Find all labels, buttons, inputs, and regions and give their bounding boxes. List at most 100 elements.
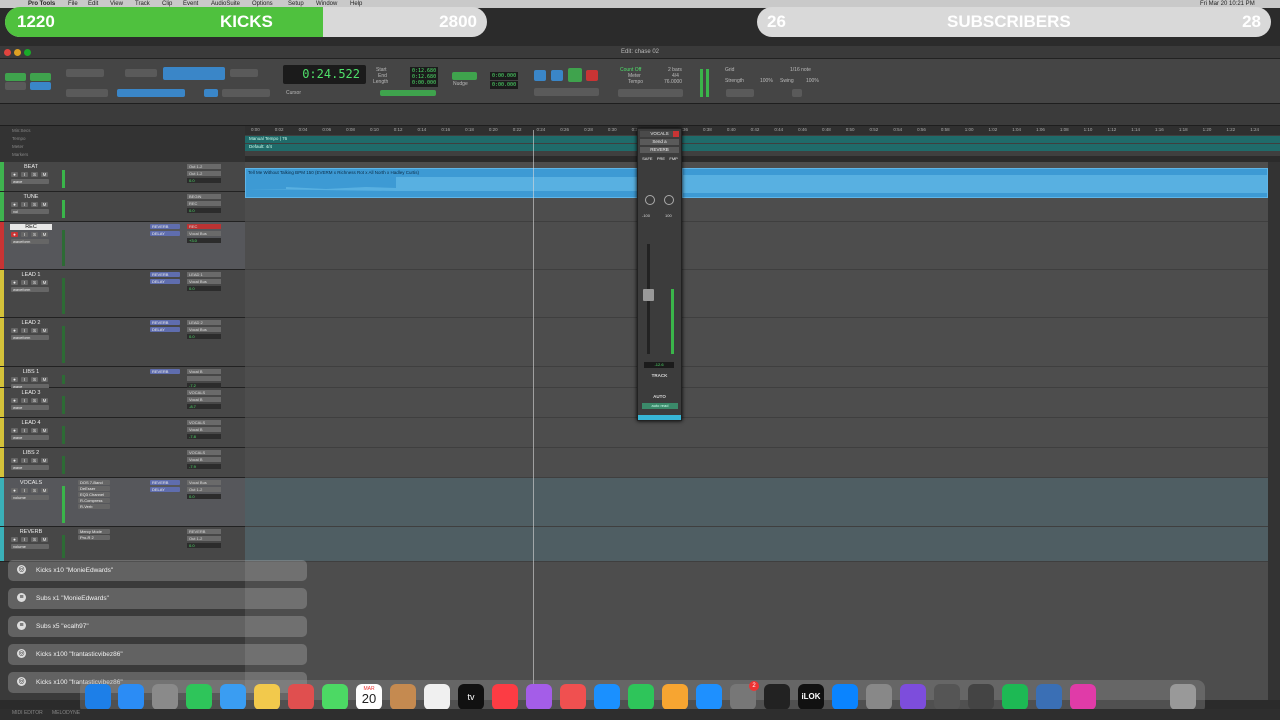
solo-button[interactable]: S — [31, 488, 38, 493]
output-selector[interactable]: Vocal Bus — [187, 279, 221, 284]
quantize-buttons[interactable] — [726, 89, 754, 97]
contacts-icon[interactable] — [390, 684, 416, 710]
minsecs-timeline[interactable]: 0:00 0:02 0:04 0:06 0:08 0:10 0:12 0:14 0:16 0:18… — [245, 126, 1280, 135]
record-arm-button[interactable]: ● — [11, 232, 18, 237]
track-view-selector[interactable]: volume — [11, 495, 49, 500]
output-selector[interactable]: Vocal Bus — [187, 231, 221, 236]
obs-icon[interactable] — [1036, 684, 1062, 710]
pan-left-value[interactable]: -100 — [642, 213, 650, 218]
track-lane-libs-1[interactable] — [245, 367, 1268, 388]
input-monitor-button[interactable]: I — [21, 172, 28, 177]
audio-clip-beat-continued[interactable] — [682, 168, 1268, 198]
insert-slot[interactable]: Mercy Mode — [78, 529, 110, 534]
output-send-selector[interactable]: Send a — [640, 139, 679, 145]
pencil-tool-icon[interactable] — [230, 69, 258, 77]
ilok-icon[interactable]: iLOK — [798, 684, 824, 710]
app-utility-icon[interactable] — [866, 684, 892, 710]
track-name[interactable]: REC — [10, 224, 52, 230]
track-lane-lead-4[interactable] — [245, 418, 1268, 448]
music-icon[interactable] — [492, 684, 518, 710]
input-monitor-button[interactable]: I — [21, 377, 28, 382]
input-selector[interactable]: Out 1-2 — [187, 164, 221, 169]
solo-button[interactable]: S — [31, 537, 38, 542]
insert-slot[interactable]: Pro-R 2 — [78, 535, 110, 540]
safe-button[interactable]: SAFE — [642, 156, 652, 162]
mute-button[interactable]: M — [41, 537, 48, 542]
input-monitor-button[interactable]: I — [21, 328, 28, 333]
volume-value[interactable]: 0.0 — [187, 178, 221, 183]
grid-value-lcd[interactable]: 0:00.000 — [490, 72, 519, 80]
pages-icon[interactable] — [662, 684, 688, 710]
output-selector[interactable]: Out 1-2 — [187, 536, 221, 541]
mute-button[interactable]: M — [41, 458, 48, 463]
track-header-vocals[interactable]: VOCALS ● I S Mvolume DOS 7-Band DeEsser EQ3 Cha… — [0, 478, 245, 527]
tab-to-transient-buttons[interactable] — [222, 89, 270, 97]
track-name[interactable]: VOCALS — [10, 480, 52, 486]
volume-value[interactable]: -7.9 — [187, 464, 221, 469]
track-header-libs-1[interactable]: LIBS 1 ● I S Mwave REVERB Vocal B -7.2 — [0, 367, 245, 389]
creative-cloud-icon[interactable] — [1070, 684, 1096, 710]
spot-mode-button[interactable] — [30, 73, 51, 81]
send-slot[interactable]: REVERB — [150, 369, 180, 374]
messages-icon[interactable] — [186, 684, 212, 710]
tempo-value[interactable]: 76.0000 — [664, 79, 682, 85]
track-header-lead-4[interactable]: LEAD 4 ● I S Mwave VOCALS Vocal B -7.8 — [0, 418, 245, 448]
output-selector[interactable]: Out 1-2 — [187, 487, 221, 492]
track-view-selector[interactable]: wave — [11, 179, 49, 184]
mute-button[interactable]: M — [41, 172, 48, 177]
output-selector[interactable]: Out 1-2 — [187, 171, 221, 176]
grid-nudge-green[interactable] — [380, 90, 436, 96]
solo-button[interactable]: S — [31, 202, 38, 207]
system-preferences-icon[interactable]: 2 — [730, 681, 759, 710]
input-selector[interactable]: REVERB — [187, 529, 221, 534]
track-name[interactable]: LEAD 4 — [10, 420, 52, 426]
slip-mode-button[interactable] — [5, 82, 26, 90]
track-header-beat[interactable]: BEAT ● I S Mwave Out 1-2 Out 1-2 0.0 — [0, 162, 245, 192]
input-monitor-button[interactable]: I — [21, 202, 28, 207]
track-name[interactable]: BEAT — [10, 164, 52, 170]
send-slot[interactable]: REVERB — [150, 320, 180, 325]
insert-slot[interactable]: DeEsser — [78, 486, 110, 491]
spotify-icon[interactable] — [1002, 684, 1028, 710]
record-arm-button[interactable]: ● — [11, 377, 18, 382]
transport-rewind-ff-buttons[interactable] — [534, 88, 599, 96]
track-header-tune[interactable]: TUNE ● I S Mvol BEGIN REC 0.0 — [0, 192, 245, 222]
finder-icon[interactable] — [85, 684, 111, 710]
track-lane-vocals[interactable] — [245, 478, 1268, 527]
mute-button[interactable]: M — [41, 280, 48, 285]
pan-right-value[interactable]: 100 — [665, 213, 672, 218]
input-monitor-button[interactable]: I — [21, 537, 28, 542]
volume-value[interactable]: 0.0 — [187, 494, 221, 499]
input-selector[interactable]: Vocal Bus — [187, 480, 221, 485]
edit-window-tracks[interactable] — [245, 162, 1268, 700]
record-arm-button[interactable]: ● — [11, 172, 18, 177]
track-view-selector[interactable]: wave — [11, 465, 49, 470]
track-view-selector[interactable]: vol — [11, 209, 49, 214]
volume-value[interactable]: 0.0 — [187, 208, 221, 213]
main-counter[interactable]: 0:24.522 — [283, 65, 366, 84]
track-lane-lead-3[interactable] — [245, 388, 1268, 418]
solo-button[interactable]: S — [31, 172, 38, 177]
output-window-vocals[interactable]: VOCALS Send a REVERB SAFE PRE FMP -100 1… — [637, 128, 682, 421]
automation-mode-selector[interactable]: auto read — [642, 403, 678, 409]
record-arm-button[interactable]: ● — [11, 280, 18, 285]
mute-button[interactable]: M — [41, 398, 48, 403]
insert-slot[interactable]: R-Compress — [78, 498, 110, 503]
input-selector[interactable]: Vocal B — [187, 369, 221, 374]
record-arm-button[interactable]: ● — [11, 458, 18, 463]
send-slot[interactable]: REVERB — [150, 480, 180, 485]
mute-button[interactable]: M — [41, 232, 48, 237]
volume-value[interactable]: 0.0 — [187, 543, 221, 548]
podcasts-icon[interactable] — [526, 684, 552, 710]
solo-button[interactable]: S — [31, 398, 38, 403]
fader-cap[interactable] — [643, 289, 654, 301]
reminders-icon[interactable] — [424, 684, 450, 710]
track-name[interactable]: REVERB — [10, 529, 52, 535]
mute-button[interactable]: M — [41, 488, 48, 493]
plugin-alliance-icon[interactable] — [968, 684, 994, 710]
link-button[interactable] — [204, 89, 218, 97]
track-view-selector[interactable]: wave — [11, 405, 49, 410]
safari-icon[interactable] — [118, 684, 144, 710]
zoom-controls[interactable] — [66, 69, 104, 77]
insert-slot[interactable]: DOS 7-Band — [78, 480, 110, 485]
